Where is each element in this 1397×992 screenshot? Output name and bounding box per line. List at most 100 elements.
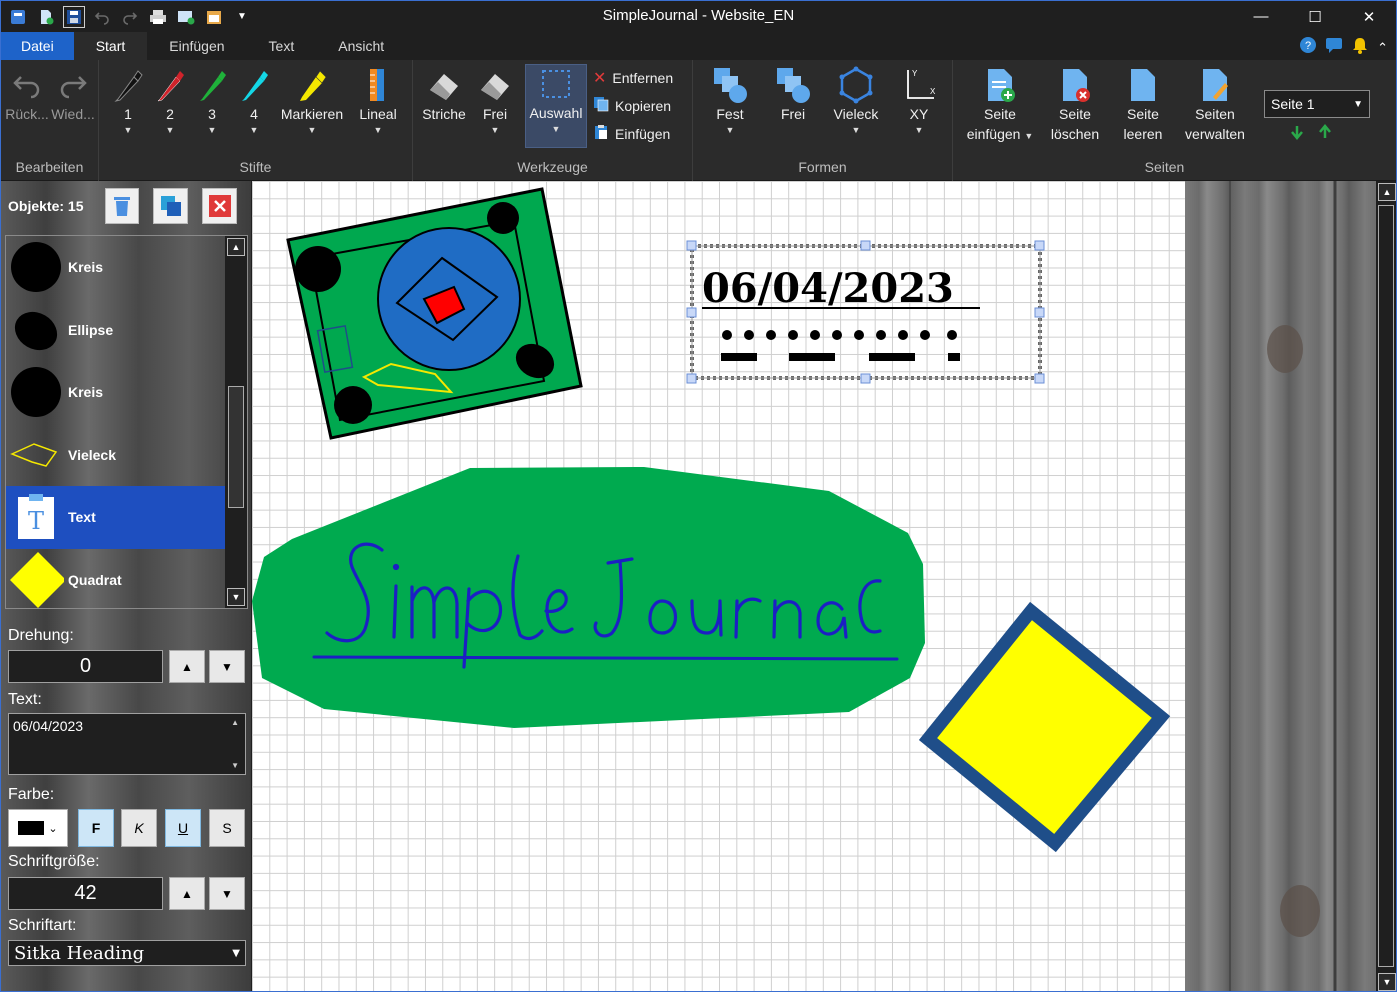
black-circle[interactable] xyxy=(295,246,341,292)
textarea-scroll-up-icon[interactable]: ▲ xyxy=(231,718,239,727)
export-icon[interactable] xyxy=(175,6,197,28)
ruler-button[interactable]: Lineal ▼ xyxy=(355,66,401,136)
yellow-square[interactable] xyxy=(918,601,1171,853)
scroll-down-button[interactable]: ▼ xyxy=(227,588,245,606)
feedback-icon[interactable] xyxy=(1325,36,1343,59)
eraser-free-button[interactable]: Frei ▼ xyxy=(475,66,515,136)
remove-button[interactable]: ✕ Entfernen xyxy=(593,68,673,88)
close-button[interactable]: ✕ xyxy=(1342,1,1396,32)
scroll-up-button[interactable]: ▲ xyxy=(1378,183,1396,201)
print-icon[interactable] xyxy=(147,6,169,28)
copy-button[interactable]: Kopieren xyxy=(593,96,671,115)
redo-button[interactable]: Wied... xyxy=(51,66,95,124)
pen-1-button[interactable]: 1 ▼ xyxy=(111,66,145,136)
insert-page-button[interactable]: Seite einfügen ▼ xyxy=(965,66,1035,144)
maximize-button[interactable]: ☐ xyxy=(1288,1,1342,32)
paste-button[interactable]: Einfügen xyxy=(593,124,670,143)
customize-qat-icon[interactable]: ▼ xyxy=(231,6,253,28)
svg-text:T: T xyxy=(28,507,44,535)
delete-page-button[interactable]: Seite löschen xyxy=(1047,66,1103,144)
underline-button[interactable]: U xyxy=(165,809,201,847)
calendar-icon[interactable] xyxy=(203,6,225,28)
selected-text-box[interactable]: 06/04/2023 xyxy=(686,240,1045,384)
list-item[interactable]: Ellipse xyxy=(6,299,247,362)
object-list-scrollbar[interactable]: ▲ ▼ xyxy=(225,236,247,608)
scroll-thumb[interactable] xyxy=(1378,205,1394,967)
save-icon[interactable] xyxy=(63,5,85,28)
wood-knot xyxy=(1280,885,1320,937)
eraser-strokes-button[interactable]: Striche xyxy=(419,66,469,124)
pen-4-button[interactable]: 4 ▼ xyxy=(237,66,271,136)
black-circle[interactable] xyxy=(334,386,372,424)
rotation-input[interactable]: 0 xyxy=(8,650,163,683)
list-item[interactable]: Quadrat xyxy=(6,549,247,609)
tab-file[interactable]: Datei xyxy=(1,32,74,60)
layer-order-button[interactable] xyxy=(153,188,189,224)
group-tools: Striche Frei ▼ Auswahl ▼ ✕ Entfernen Kopier… xyxy=(413,60,693,181)
list-item[interactable]: Kreis xyxy=(6,236,247,299)
scroll-thumb[interactable] xyxy=(228,386,244,508)
text-input[interactable]: 06/04/2023 ▲ ▼ xyxy=(8,713,246,775)
redo-icon[interactable] xyxy=(119,6,141,28)
fontsize-input[interactable]: 42 xyxy=(8,877,163,910)
group-pens: 1 ▼ 2 ▼ 3 ▼ 4 ▼ Markieren ▼ Lineal ▼ Sti… xyxy=(99,60,413,181)
notification-bell-icon[interactable] xyxy=(1351,36,1369,59)
fontsize-down-button[interactable]: ▼ xyxy=(209,877,245,910)
close-panel-button[interactable] xyxy=(202,188,238,224)
tab-text[interactable]: Text xyxy=(247,32,317,60)
square-thumb-icon xyxy=(8,551,64,608)
new-document-icon[interactable] xyxy=(35,6,57,28)
minimize-button[interactable]: — xyxy=(1234,1,1288,32)
list-item[interactable]: Vieleck xyxy=(6,424,247,487)
fontsize-label: Schriftgröße: xyxy=(8,853,100,870)
italic-button[interactable]: K xyxy=(121,809,157,847)
title-bar: ▼ SimpleJournal - Website_EN — ☐ ✕ xyxy=(1,1,1396,32)
textarea-scroll-down-icon[interactable]: ▼ xyxy=(231,761,239,770)
list-item-selected[interactable]: T Text xyxy=(6,486,225,549)
canvas-scrollbar[interactable]: ▲ ▼ xyxy=(1376,181,1396,991)
tab-view[interactable]: Ansicht xyxy=(316,32,406,60)
pen-3-button[interactable]: 3 ▼ xyxy=(195,66,229,136)
black-circle[interactable] xyxy=(487,202,519,234)
redo-arrow-icon xyxy=(60,76,87,99)
strikethrough-button[interactable]: S xyxy=(209,809,245,847)
pen-2-button[interactable]: 2 ▼ xyxy=(153,66,187,136)
tab-insert[interactable]: Einfügen xyxy=(147,32,246,60)
collapse-ribbon-icon[interactable]: ⌃ xyxy=(1377,40,1388,56)
page-select[interactable]: Seite 1 ▼ xyxy=(1264,90,1370,118)
polygon-button[interactable]: Vieleck ▼ xyxy=(829,66,883,136)
shape-free-button[interactable]: Frei xyxy=(773,66,813,124)
fontsize-up-button[interactable]: ▲ xyxy=(169,877,205,910)
resize-handles[interactable] xyxy=(686,240,1045,384)
undo-arrow-icon xyxy=(13,76,40,99)
page-add-icon xyxy=(988,69,1015,102)
group-title: Stifte xyxy=(239,159,272,175)
scroll-up-button[interactable]: ▲ xyxy=(227,238,245,256)
bold-button[interactable]: F xyxy=(78,809,114,847)
font-select[interactable]: Sitka Heading ▼ xyxy=(8,940,246,966)
shape-fixed-button[interactable]: Fest ▼ xyxy=(707,66,753,136)
page-down-icon[interactable] xyxy=(1289,124,1305,145)
clear-page-button[interactable]: Seite leeren xyxy=(1119,66,1167,144)
green-blob[interactable] xyxy=(252,467,925,728)
undo-button[interactable]: Rück... xyxy=(5,66,49,124)
color-picker[interactable]: ⌄ xyxy=(8,809,68,847)
highlighter-button[interactable]: Markieren ▼ xyxy=(277,66,347,136)
undo-icon[interactable] xyxy=(91,6,113,28)
page-up-icon[interactable] xyxy=(1317,124,1333,145)
tab-start[interactable]: Start xyxy=(73,32,148,60)
help-icon[interactable]: ? xyxy=(1299,36,1317,59)
group-edit: Rück... Wied... Bearbeiten xyxy=(1,60,99,181)
selection-button[interactable]: Auswahl ▼ xyxy=(525,64,587,148)
list-item[interactable]: Kreis xyxy=(6,361,247,424)
rotation-up-button[interactable]: ▲ xyxy=(169,650,205,683)
scroll-down-button[interactable]: ▼ xyxy=(1378,973,1396,991)
x-icon: ✕ xyxy=(593,70,607,87)
manage-pages-button[interactable]: Seiten verwalten xyxy=(1179,66,1251,144)
date-text[interactable]: 06/04/2023 xyxy=(702,265,954,312)
xy-axis-button[interactable]: YX XY ▼ xyxy=(899,66,939,136)
journal-canvas[interactable]: 06/04/2023 xyxy=(252,181,1185,991)
rotation-down-button[interactable]: ▼ xyxy=(209,650,245,683)
delete-object-button[interactable] xyxy=(104,188,140,224)
board-shape[interactable] xyxy=(286,187,583,440)
